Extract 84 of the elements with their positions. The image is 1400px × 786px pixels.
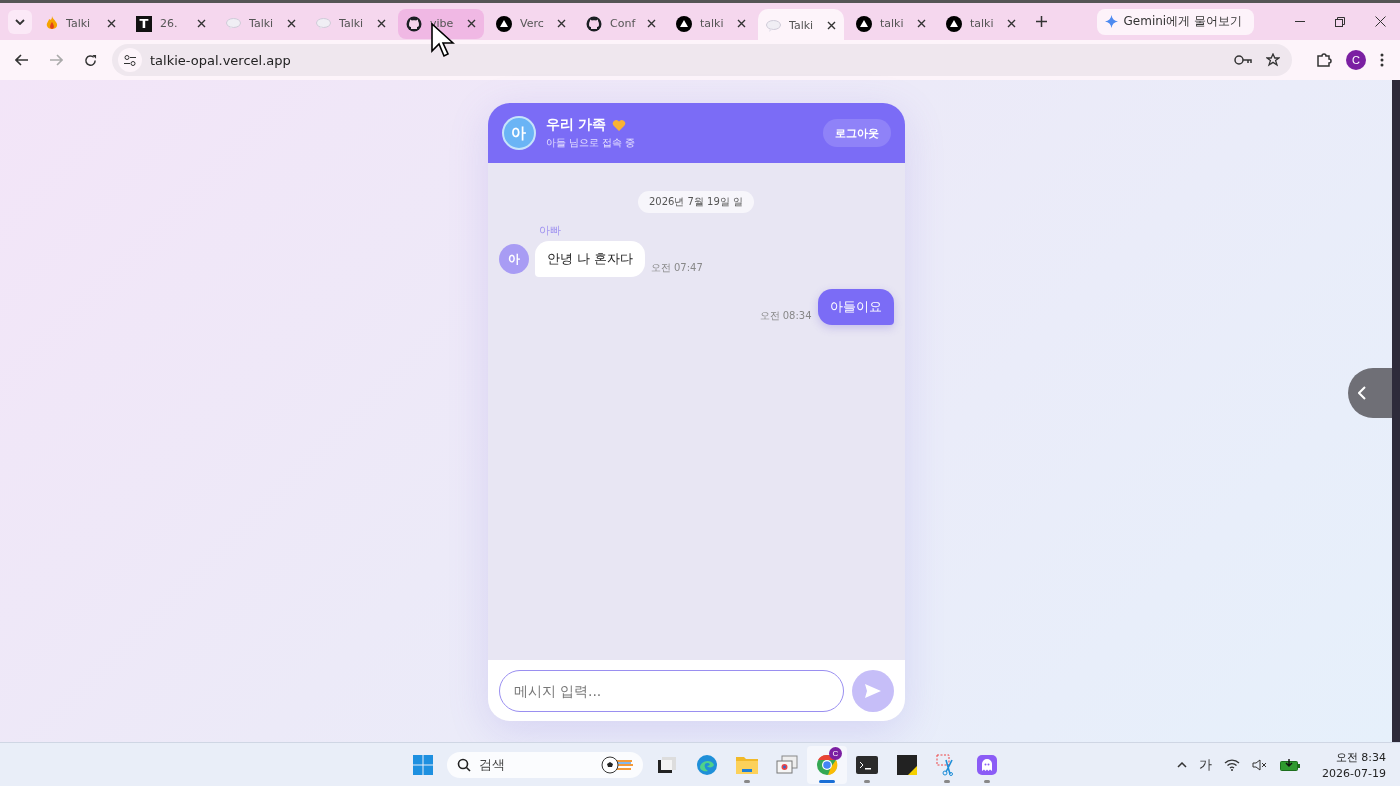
battery-icon[interactable]	[1280, 758, 1301, 771]
sparkle-icon	[1104, 15, 1118, 28]
swirl-icon[interactable]	[696, 753, 718, 776]
sender-name: 아빠	[538, 223, 562, 238]
tab-search-button[interactable]	[8, 9, 32, 34]
more-menu-icon[interactable]	[1380, 53, 1384, 67]
close-icon[interactable]	[917, 19, 926, 28]
logout-button[interactable]: 로그아웃	[822, 119, 891, 147]
speech-bubble-icon	[316, 17, 331, 30]
forward-arrow-icon	[49, 54, 63, 66]
message-time: 오전 08:34	[759, 309, 812, 323]
group-avatar: 아	[501, 116, 536, 150]
folder-icon[interactable]	[735, 754, 759, 775]
sticky-note-icon[interactable]	[897, 754, 917, 775]
received-message: 안녕 나 혼자다	[534, 241, 645, 277]
speech-bubble-icon	[766, 19, 781, 32]
cat-silhouette-icon	[586, 15, 602, 32]
close-icon[interactable]	[557, 19, 566, 28]
heart-icon	[612, 118, 627, 132]
star-icon[interactable]	[1266, 53, 1280, 67]
chat-title: 우리 가족	[545, 116, 607, 134]
browser-logo-icon[interactable]	[816, 753, 838, 776]
wifi-icon[interactable]	[1224, 758, 1241, 771]
minimize-icon	[1295, 20, 1305, 23]
browser-tab[interactable]: Talki	[758, 8, 844, 43]
chevron-left-icon	[1358, 386, 1366, 400]
ghost-app-icon[interactable]	[977, 754, 997, 775]
clock-time: 오전 8:34	[1335, 749, 1386, 765]
restore-icon	[1335, 16, 1345, 27]
close-icon[interactable]	[467, 19, 476, 28]
close-icon[interactable]	[827, 21, 836, 30]
input-method-indicator[interactable]: 가	[1199, 755, 1213, 774]
close-icon[interactable]	[107, 19, 116, 28]
browser-tab[interactable]: Talki	[218, 8, 304, 39]
browser-tab[interactable]: Talki	[38, 8, 124, 39]
chevron-down-icon	[15, 18, 25, 25]
search-field[interactable]: 검색	[447, 751, 643, 778]
letter-logo-icon: T	[136, 15, 152, 32]
browser-tab[interactable]: Talki	[308, 8, 394, 39]
side-panel-handle[interactable]	[1348, 368, 1392, 418]
soccer-ball-icon	[601, 755, 633, 774]
search-icon	[457, 757, 471, 772]
speech-bubble-icon	[226, 17, 241, 30]
chevron-up-icon[interactable]	[1177, 761, 1188, 768]
message-input[interactable]: 메시지 입력...	[498, 669, 844, 712]
stacked-windows-icon[interactable]	[776, 754, 798, 775]
browser-tab[interactable]: T 26.	[128, 8, 214, 39]
muted-speaker-icon[interactable]	[1252, 758, 1269, 771]
puzzle-piece-icon[interactable]	[1316, 52, 1332, 68]
browser-tab[interactable]: talki	[938, 8, 1024, 39]
plus-icon	[1036, 16, 1047, 27]
profile-avatar[interactable]: C	[1346, 50, 1366, 70]
flame-icon	[46, 16, 58, 31]
profile-badge: C	[829, 746, 842, 760]
reload-icon	[83, 53, 97, 67]
date-separator: 2026년 7월 19일 일	[637, 191, 755, 213]
close-icon[interactable]	[647, 19, 656, 28]
close-icon	[1374, 16, 1386, 27]
stacked-squares-icon[interactable]	[657, 755, 677, 774]
browser-tab[interactable]: Conf	[578, 8, 664, 39]
sender-avatar: 아	[498, 244, 529, 274]
taskbar-app[interactable]: C	[807, 745, 847, 784]
close-icon[interactable]	[287, 19, 296, 28]
gemini-button[interactable]: Gemini에게 물어보기	[1096, 8, 1254, 35]
windows-logo-icon	[413, 754, 433, 775]
terminal-icon[interactable]	[856, 755, 878, 774]
browser-tab[interactable]: talki	[848, 8, 934, 39]
site-settings-icon[interactable]	[124, 54, 136, 66]
address-bar[interactable]: talkie-opal.vercel.app	[112, 44, 1292, 76]
key-icon[interactable]	[1234, 55, 1252, 65]
close-icon[interactable]	[197, 19, 206, 28]
clock-date: 2026-07-19	[1322, 766, 1386, 780]
back-arrow-icon	[15, 54, 29, 66]
cat-silhouette-icon	[406, 15, 422, 32]
url-text: talkie-opal.vercel.app	[150, 52, 292, 68]
close-icon[interactable]	[1007, 19, 1016, 28]
connection-status: 아들 님으로 접속 중	[545, 136, 637, 150]
message-time: 오전 07:47	[650, 261, 703, 275]
browser-tab[interactable]: Verc	[488, 8, 574, 39]
send-icon	[863, 682, 882, 699]
browser-tab[interactable]: talki	[668, 8, 754, 39]
close-icon[interactable]	[377, 19, 386, 28]
close-icon[interactable]	[737, 19, 746, 28]
sent-message: 아들이요	[817, 289, 894, 325]
